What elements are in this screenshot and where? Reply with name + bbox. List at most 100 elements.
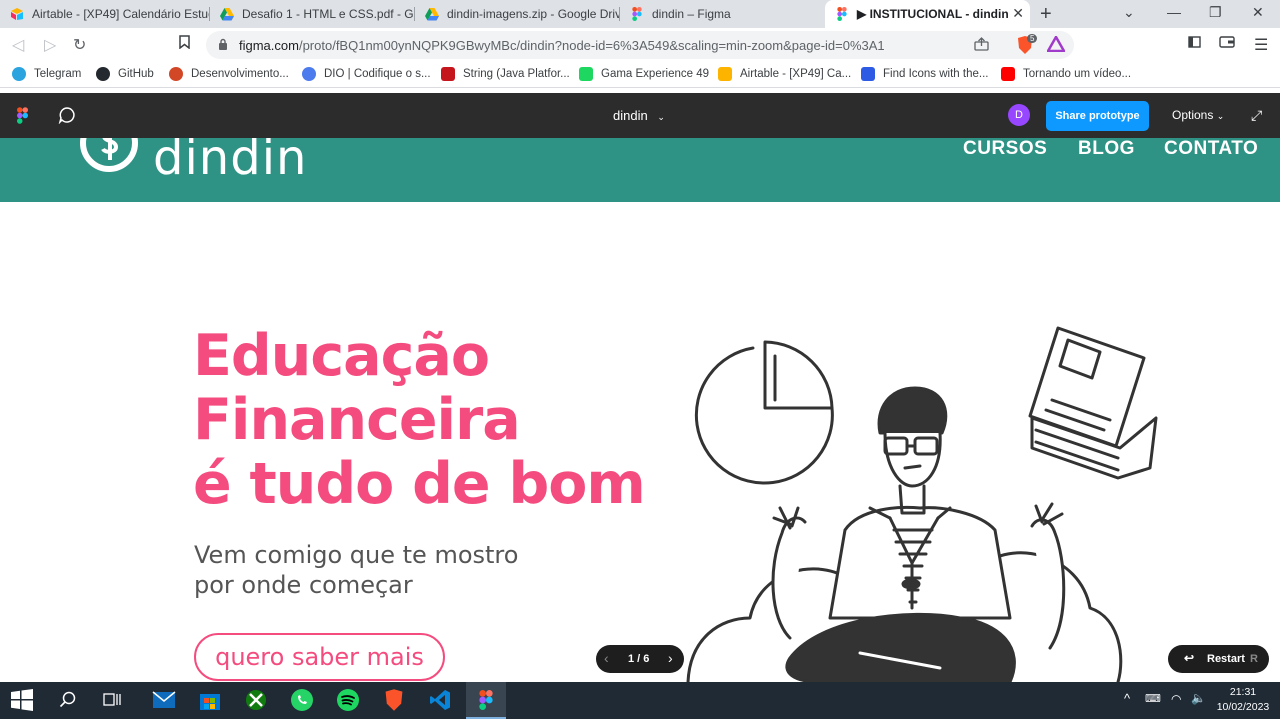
restart-label: Restart (1207, 653, 1245, 665)
tab-label: Desafio 1 - HTML e CSS.pdf - Goo (242, 7, 415, 21)
tab-dindin-figma[interactable]: dindin – Figma (620, 0, 825, 28)
menu-icon[interactable]: ☰ (1254, 35, 1268, 55)
chevron-left-icon[interactable]: ‹ (604, 650, 609, 666)
clock-time: 21:31 (1229, 686, 1257, 698)
tab-label: ▶ INSTITUCIONAL - dindin (857, 7, 1009, 21)
powerpoint-icon (169, 67, 183, 81)
tab-dindin-imagens[interactable]: dindin-imagens.zip - Google Drive (415, 0, 620, 28)
options-label: Options (1172, 108, 1214, 122)
restart-arrow-icon: ↩ (1184, 651, 1195, 665)
comment-icon[interactable] (58, 106, 76, 129)
xbox-icon[interactable] (242, 686, 270, 714)
cta-button[interactable]: quero saber mais (194, 633, 445, 681)
sidebar-toggle-icon[interactable] (1188, 35, 1201, 53)
github-icon (96, 67, 110, 81)
pie-chart-icon (694, 340, 834, 485)
figma-icon (835, 7, 849, 21)
bookmark-label: Tornando um vídeo... (1023, 68, 1132, 80)
bookmark-gama[interactable]: Gama Experience 49 (579, 67, 709, 81)
tab-search-icon[interactable]: ⌄ (1123, 4, 1135, 21)
new-tab-icon[interactable]: + (1040, 3, 1052, 26)
figma-taskbar-icon[interactable] (466, 682, 506, 719)
vscode-icon[interactable] (426, 686, 454, 714)
wallet-icon[interactable] (1219, 35, 1235, 53)
bookmark-java-string[interactable]: String (Java Platfor... (441, 67, 570, 81)
minimize-icon[interactable]: — (1167, 4, 1181, 20)
drive-icon (220, 7, 234, 21)
fullscreen-icon[interactable]: ⤢ (1251, 107, 1262, 124)
wifi-icon[interactable]: ◠ (1171, 692, 1181, 706)
options-menu[interactable]: Options ⌄ (1172, 108, 1224, 122)
brave-rewards-icon[interactable] (1045, 34, 1067, 57)
whatsapp-icon[interactable] (288, 686, 316, 714)
bookmark-label: String (Java Platfor... (463, 68, 570, 80)
close-tab-icon[interactable]: ✕ (1012, 5, 1024, 22)
bookmark-airtable[interactable]: Airtable - [XP49] Ca... (718, 67, 851, 81)
share-prototype-button[interactable]: Share prototype (1046, 101, 1149, 131)
chevron-down-icon: ⌄ (657, 112, 665, 122)
keyboard-icon[interactable]: ⌨ (1145, 692, 1161, 705)
maximize-icon[interactable]: ❐ (1209, 4, 1222, 21)
forward-icon[interactable]: ▷ (44, 35, 56, 55)
tab-label: dindin-imagens.zip - Google Drive (447, 7, 620, 21)
telegram-icon (12, 67, 26, 81)
figma-toolbar: dindin ⌄ Share prototype Options ⌄ ⤢ (0, 93, 1280, 138)
gama-icon (579, 67, 593, 81)
brave-icon[interactable] (380, 686, 408, 714)
tab-label: Airtable - [XP49] Calendário Estudo (32, 7, 210, 21)
avatar[interactable]: D (1008, 104, 1030, 126)
url-path: /proto/fBQ1nm00ynNQPK9GBwyMBc/dindin?nod… (298, 38, 885, 53)
bookmark-youtube[interactable]: Tornando um vídeo... (1001, 67, 1131, 81)
search-icon[interactable] (54, 686, 82, 714)
bookmark-github[interactable]: GitHub (96, 67, 154, 81)
url-host: figma.com (239, 38, 299, 53)
youtube-icon (1001, 67, 1015, 81)
chevron-right-icon[interactable]: › (668, 650, 673, 666)
spotify-icon[interactable] (334, 686, 362, 714)
hero-subtitle-line: por onde começar (194, 571, 413, 599)
hero-title-line: Financeira (193, 387, 521, 453)
bookmark-dio[interactable]: DIO | Codifique o s... (302, 67, 431, 81)
task-view-icon[interactable] (98, 686, 126, 714)
bookmark-desenvolvimento[interactable]: Desenvolvimento... (169, 67, 289, 81)
figma-logo-icon[interactable] (17, 107, 28, 129)
dindin-logo-icon[interactable] (78, 138, 140, 179)
address-bar[interactable]: figma.com/proto/fBQ1nm00ynNQPK9GBwyMBc/d… (206, 31, 1074, 59)
volume-icon[interactable]: 🔈 (1191, 691, 1206, 705)
clock-date: 10/02/2023 (1216, 701, 1270, 713)
restart-button[interactable]: ↩ Restart R (1168, 645, 1269, 673)
bookmark-telegram[interactable]: Telegram (12, 67, 81, 81)
share-page-icon[interactable] (974, 37, 989, 56)
tab-label: dindin – Figma (652, 7, 731, 21)
bookmarks-bar: Telegram GitHub Desenvolvimento... DIO |… (0, 62, 1280, 88)
airtable-icon (718, 67, 732, 81)
system-clock[interactable]: 21:31 10/02/2023 (1210, 685, 1276, 715)
hero-title-line: Educação (193, 323, 490, 389)
close-window-icon[interactable]: ✕ (1252, 4, 1264, 21)
bookmark-label: Find Icons with the... (883, 68, 989, 80)
bookmark-label: Airtable - [XP49] Ca... (740, 68, 852, 80)
brand-name[interactable]: dindin (153, 138, 307, 186)
nav-contato[interactable]: CONTATO (1164, 138, 1258, 160)
reload-icon[interactable]: ↻ (73, 35, 86, 55)
hero-title-line: é tudo de bom (193, 451, 646, 517)
airtable-icon (10, 7, 24, 21)
bookmark-label: Gama Experience 49 (601, 68, 710, 80)
bookmark-label: Desenvolvimento... (191, 68, 289, 80)
tab-institucional-active[interactable]: ▶ INSTITUCIONAL - dindin ✕ (825, 0, 1030, 28)
file-name[interactable]: dindin ⌄ (613, 108, 665, 123)
mail-icon[interactable] (150, 686, 178, 714)
bookmark-find-icons[interactable]: Find Icons with the... (861, 67, 988, 81)
tab-desafio-pdf[interactable]: Desafio 1 - HTML e CSS.pdf - Goo (210, 0, 415, 28)
person-illustration (771, 386, 1066, 682)
windows-start-icon[interactable] (8, 686, 36, 714)
hero-subtitle: Vem comigo que te mostro por onde começa… (194, 540, 518, 600)
nav-cursos[interactable]: CURSOS (963, 138, 1047, 160)
microsoft-store-icon[interactable] (196, 686, 224, 714)
chevron-up-icon[interactable]: ^ (1124, 691, 1130, 706)
page-indicator: 1 / 6 (628, 653, 650, 665)
tab-airtable[interactable]: Airtable - [XP49] Calendário Estudo (0, 0, 210, 28)
bookmark-icon[interactable] (179, 35, 190, 54)
back-icon[interactable]: ◁ (12, 35, 24, 55)
nav-blog[interactable]: BLOG (1078, 138, 1135, 160)
